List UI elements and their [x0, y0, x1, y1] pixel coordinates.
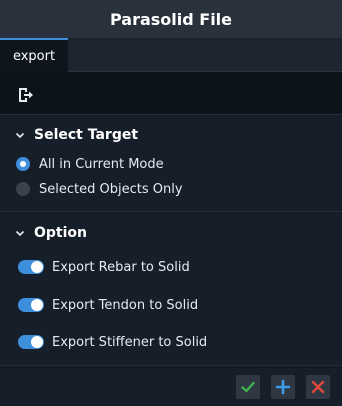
- select-target-header[interactable]: Select Target: [14, 125, 138, 145]
- toggle-export-rebar[interactable]: Export Rebar to Solid: [16, 257, 190, 277]
- toggle-export-tendon[interactable]: Export Tendon to Solid: [16, 295, 198, 315]
- tab-bar: export: [0, 38, 342, 72]
- window-title: Parasolid File: [0, 0, 342, 38]
- toggle-export-stiffener-label: Export Stiffener to Solid: [52, 334, 208, 350]
- toggle-switch[interactable]: [18, 335, 44, 349]
- radio-selected-objects-only[interactable]: Selected Objects Only: [16, 179, 183, 199]
- tab-export[interactable]: export: [0, 38, 68, 72]
- export-icon: [15, 85, 35, 105]
- toggle-knob: [31, 336, 43, 348]
- toggle-switch[interactable]: [18, 298, 44, 312]
- radio-all-in-current-mode-label: All in Current Mode: [39, 156, 164, 172]
- ok-button[interactable]: [236, 375, 260, 399]
- close-button[interactable]: [306, 375, 330, 399]
- select-target-section: Select Target All in Current Mode Select…: [0, 116, 342, 212]
- dialog-footer: [0, 368, 342, 406]
- toggle-switch[interactable]: [18, 260, 44, 274]
- export-button[interactable]: [13, 83, 37, 107]
- toggle-knob: [31, 261, 43, 273]
- close-icon: [310, 379, 326, 395]
- option-title: Option: [34, 225, 87, 241]
- add-button[interactable]: [271, 375, 295, 399]
- option-header[interactable]: Option: [14, 223, 87, 243]
- chevron-down-icon: [14, 227, 26, 239]
- toggle-export-stiffener[interactable]: Export Stiffener to Solid: [16, 332, 207, 352]
- radio-unselected-icon: [16, 182, 30, 196]
- toggle-export-tendon-label: Export Tendon to Solid: [52, 297, 199, 313]
- plus-icon: [275, 379, 291, 395]
- radio-selected-icon: [16, 157, 30, 171]
- check-icon: [240, 379, 256, 395]
- toggle-export-rebar-label: Export Rebar to Solid: [52, 259, 190, 275]
- radio-all-in-current-mode[interactable]: All in Current Mode: [16, 154, 164, 174]
- window-title-text: Parasolid File: [109, 9, 233, 29]
- toggle-knob: [31, 299, 43, 311]
- option-section: Option Export Rebar to Solid Export Tend…: [0, 214, 342, 366]
- select-target-title: Select Target: [34, 127, 139, 143]
- toolbar: [0, 72, 342, 115]
- tab-export-label: export: [12, 48, 56, 64]
- radio-selected-objects-only-label: Selected Objects Only: [39, 181, 183, 197]
- chevron-down-icon: [14, 129, 26, 141]
